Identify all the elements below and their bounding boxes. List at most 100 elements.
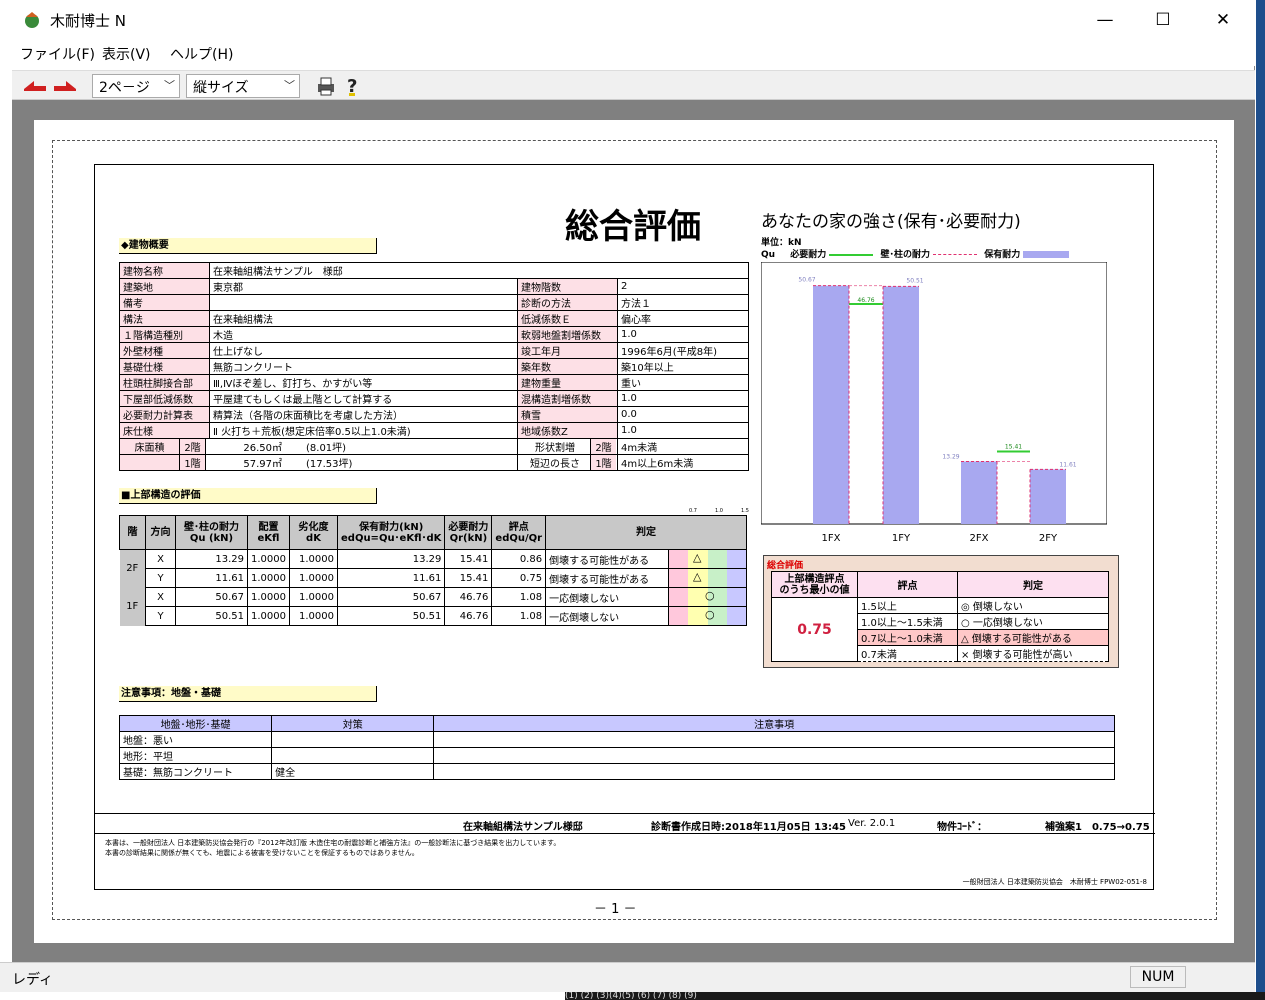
print-preview-area[interactable]: 総合評価 ◆建物概要 建物名称 在来軸組構法サンプル 様邸 建築地 東京都 建物階数 2 備… xyxy=(12,100,1255,962)
summary-judgement: ◎ 倒壊しない xyxy=(957,597,1109,614)
close-button[interactable]: ✕ xyxy=(1193,0,1253,40)
score-scale-cell: △ xyxy=(668,549,747,569)
summary-range: 1.5以上 xyxy=(857,597,958,614)
maximize-button[interactable]: ☐ xyxy=(1133,0,1193,40)
notes-table: 地盤･地形･基礎 対策 注意事項 地盤：悪い 地形：平坦 基礎：無筋コンクリート 健全 xyxy=(118,715,1115,780)
notes-col-header: 対策 xyxy=(271,715,435,732)
upper-cell: Y xyxy=(145,568,176,588)
min-score-value: 0.75 xyxy=(771,597,858,662)
score-scale-band xyxy=(726,569,746,587)
upper-structure-table: 階方向 壁･柱の耐力 Qu (kN) 配置 eKfl 劣化度 dK 保有耐力(kN) e… xyxy=(119,515,747,626)
size-select-value: 縦サイズ xyxy=(193,80,249,96)
shape-label: 形状割増 xyxy=(535,443,575,454)
bar-1FX xyxy=(813,285,849,524)
page-select-value: 2ペ－ジ xyxy=(99,80,150,96)
upper-cell: 13.29 xyxy=(175,549,248,569)
upper-cell: 15.41 xyxy=(444,568,493,588)
overview-value: 仕上げなし xyxy=(209,342,518,359)
summary-col-header: 評点 xyxy=(857,571,958,598)
strength-bar-chart: 1FX 1FY 2FX 2FY 50.67 50.51 46.76 13.29 11.61 15.… xyxy=(761,262,1107,544)
upper-cell: 11.61 xyxy=(336,568,446,588)
overview-value: 無筋コンクリート xyxy=(209,358,518,375)
menu-file[interactable]: ファイル(F) xyxy=(20,44,95,64)
score-scale-band xyxy=(669,588,689,606)
floor-area-inner: 1階 57.97㎡ (17.53坪) xyxy=(120,455,517,470)
notes-row: 地形：平坦 xyxy=(118,747,1115,764)
overview-value: 1.0 xyxy=(617,422,749,439)
upper-cell: 13.29 xyxy=(336,549,446,569)
value-label: 15.41 xyxy=(1005,444,1022,451)
overview-value: 木造 xyxy=(209,326,518,343)
summary-range: 0.7以上～1.0未満 xyxy=(857,629,958,646)
bar-2FY xyxy=(1030,469,1066,524)
chevron-down-icon: ﹀ xyxy=(284,79,295,92)
footer-created: 診断書作成日時:2018年11月05日 13:45 xyxy=(651,822,846,833)
judgement-mark: ○ xyxy=(705,608,715,621)
overview-value: 0.0 xyxy=(617,406,749,423)
legend-hold-swatch xyxy=(1023,251,1070,258)
floor-area-cell: 1階 57.97㎡ (17.53坪) xyxy=(119,454,518,471)
scale-tick: 1.5 xyxy=(741,508,749,514)
shape-inner: 短辺の長さ 1階 xyxy=(519,455,617,470)
bar-2FX xyxy=(961,461,997,524)
menu-help[interactable]: ヘルプ(H) xyxy=(170,44,233,64)
help-icon[interactable]: ? xyxy=(345,74,363,98)
overview-label: 柱頭柱脚接合部 xyxy=(119,374,210,391)
score-scale: ○ xyxy=(669,607,746,625)
notes-cell: 地盤：悪い xyxy=(118,731,273,748)
overview-label: 軟弱地盤割増係数 xyxy=(517,326,618,343)
summary-col-header: 判定 xyxy=(957,571,1109,598)
legend-wall-swatch xyxy=(933,254,978,255)
printer-icon[interactable] xyxy=(315,75,337,97)
notes-cell: 基礎：無筋コンクリート xyxy=(118,763,273,780)
overview-label: 必要耐力計算表 xyxy=(119,406,210,423)
notes-col-header: 地盤･地形･基礎 xyxy=(118,715,273,732)
overview-label: 床仕様 xyxy=(119,422,210,439)
app-icon xyxy=(25,12,39,28)
overview-row: 外壁材種 仕上げなし 竣工年月 1996年6月(平成8年) xyxy=(119,342,749,359)
floor-area-inner: 床面積 2階 26.50㎡ (8.01坪) xyxy=(120,439,517,454)
upper-cell: 50.67 xyxy=(336,587,446,607)
upper-col-header: 壁･柱の耐力 Qu (kN) xyxy=(175,515,248,550)
minimize-button[interactable]: — xyxy=(1075,0,1135,40)
upper-cell: 倒壊する可能性がある xyxy=(545,549,669,569)
chart-title: あなたの家の強さ(保有･必要耐力) xyxy=(761,212,1021,232)
shape-level: 2階 xyxy=(590,439,616,454)
upper-cell: 0.86 xyxy=(491,549,547,569)
notes-cell xyxy=(271,747,435,764)
report-frame: 総合評価 ◆建物概要 建物名称 在来軸組構法サンプル 様邸 建築地 東京都 建物階数 2 備… xyxy=(94,164,1155,890)
app-window: 木耐博士 N — ☐ ✕ ファイル(F) 表示(V) ヘルプ(H) 2ペ－ジ ﹀ … xyxy=(0,0,1255,1000)
upper-col-header: 判定 xyxy=(545,515,747,550)
upper-cell: 1.0000 xyxy=(247,606,290,626)
legend-qu: Qu xyxy=(761,250,776,260)
upper-col-header: 劣化度 dK xyxy=(289,515,338,550)
bar-1FY xyxy=(883,286,919,524)
size-select[interactable]: 縦サイズ ﹀ xyxy=(186,74,300,98)
score-scale: △ xyxy=(669,550,746,568)
floor-area-tsubo: (17.53坪) xyxy=(306,459,353,470)
score-scale: △ xyxy=(669,569,746,587)
disclaimer-line-1: 本書は、一般財団法人 日本建築防災協会発行の『2012年改訂版 木造住宅の耐震診… xyxy=(105,839,561,847)
prev-page-arrow-icon[interactable] xyxy=(22,79,48,93)
overview-value: 1.0 xyxy=(617,326,749,343)
next-page-arrow-icon[interactable] xyxy=(52,79,78,93)
overview-value: 東京都 xyxy=(209,278,518,295)
notes-cell xyxy=(433,763,1115,780)
upper-cell: 46.76 xyxy=(444,606,493,626)
overview-label: 築年数 xyxy=(517,358,618,375)
score-scale-cell: ○ xyxy=(668,606,747,626)
menu-view[interactable]: 表示(V) xyxy=(102,44,151,64)
page-select[interactable]: 2ペ－ジ ﹀ xyxy=(92,74,180,98)
summary-header-row: 上部構造評点 のうち最小の値 評点 判定 xyxy=(771,571,1109,598)
notes-cell: 地形：平坦 xyxy=(118,747,273,764)
menu-bar: ファイル(F) 表示(V) ヘルプ(H) xyxy=(0,40,1255,66)
summary-judgement: × 倒壊する可能性が高い xyxy=(957,645,1109,662)
summary-box: 総合評価 上部構造評点 のうち最小の値 評点 判定 0.75 1.5以上 ◎ 倒壊しない 1… xyxy=(763,555,1119,668)
category-label: 2FY xyxy=(1039,533,1058,544)
upper-cell: 1.0000 xyxy=(247,587,290,607)
overview-value: 2 xyxy=(617,278,749,295)
overview-value: 築10年以上 xyxy=(617,358,749,375)
score-scale-cell: ○ xyxy=(668,587,747,607)
num-lock-indicator: NUM xyxy=(1130,966,1186,988)
overview-row: １階構造種別 木造 軟弱地盤割増係数 1.0 xyxy=(119,326,749,343)
